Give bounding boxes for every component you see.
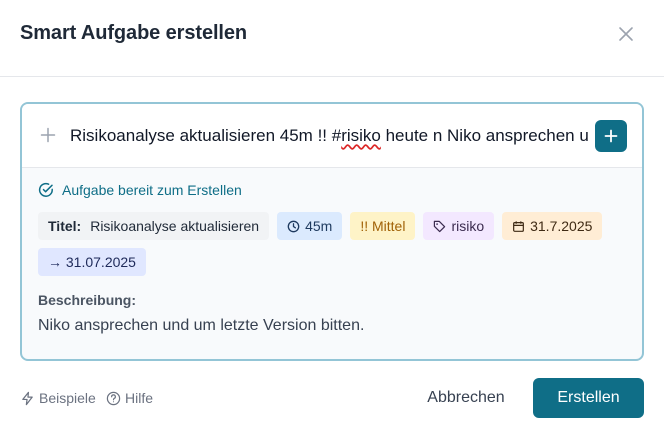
plus-icon	[604, 129, 618, 143]
date-chip-text: 31.7.2025	[530, 218, 593, 234]
duration-chip-text: 45m	[305, 218, 333, 234]
due-date-chip: → 31.07.2025	[38, 248, 146, 276]
description-text: Niko ansprechen und um letzte Version bi…	[38, 317, 365, 334]
dialog-header: Smart Aufgabe erstellen	[0, 0, 664, 77]
duration-chip: 45m	[277, 212, 343, 240]
plus-icon	[40, 127, 56, 143]
due-date-chip-text: → 31.07.2025	[48, 254, 136, 270]
clock-icon	[287, 220, 300, 232]
title-chip-value: Risikoanalyse aktualisieren	[90, 218, 260, 234]
cancel-button[interactable]: Abbrechen	[414, 378, 518, 418]
tag-chip-text: risiko	[451, 218, 485, 234]
task-input[interactable]: Risikoanalyse aktualisieren 45m !! #risi…	[70, 119, 588, 153]
calendar-icon	[513, 220, 525, 232]
smart-task-dialog: Smart Aufgabe erstellen Risikoanalyse ak…	[0, 0, 664, 435]
task-input-text-after: heute n Niko ansprechen und um letzte Ve…	[385, 126, 588, 145]
task-input-misspelled-word: risiko	[341, 126, 381, 145]
date-chip: 31.7.2025	[502, 212, 603, 240]
ready-status-text: Aufgabe bereit zum Erstellen	[62, 182, 242, 198]
task-input-row: Risikoanalyse aktualisieren 45m !! #risi…	[22, 104, 642, 168]
help-circle-icon	[106, 391, 121, 405]
task-input-text-before: Risikoanalyse aktualisieren 45m !! #	[70, 126, 342, 145]
title-chip: Titel: Risikoanalyse aktualisieren	[38, 212, 270, 240]
help-link[interactable]: Hilfe	[106, 390, 153, 406]
parsed-chips: Titel: Risikoanalyse aktualisieren 45m !…	[38, 212, 630, 276]
priority-chip-text: !! Mittel	[360, 218, 406, 234]
tag-icon	[434, 220, 446, 232]
close-icon[interactable]	[616, 24, 636, 44]
ready-status: Aufgabe bereit zum Erstellen	[38, 182, 242, 198]
dialog-title: Smart Aufgabe erstellen	[20, 22, 248, 44]
examples-link-label: Beispiele	[39, 390, 96, 406]
add-task-button[interactable]	[595, 120, 627, 152]
examples-link[interactable]: Beispiele	[20, 390, 96, 406]
create-button[interactable]: Erstellen	[533, 378, 644, 418]
lightning-icon	[22, 391, 33, 405]
description-label: Beschreibung:	[38, 292, 137, 308]
title-chip-label: Titel:	[48, 218, 82, 234]
priority-chip: !! Mittel	[350, 212, 416, 240]
check-circle-icon	[38, 182, 53, 197]
smart-input-panel: Risikoanalyse aktualisieren 45m !! #risi…	[20, 102, 644, 361]
help-link-label: Hilfe	[125, 390, 154, 406]
tag-chip: risiko	[423, 212, 495, 240]
